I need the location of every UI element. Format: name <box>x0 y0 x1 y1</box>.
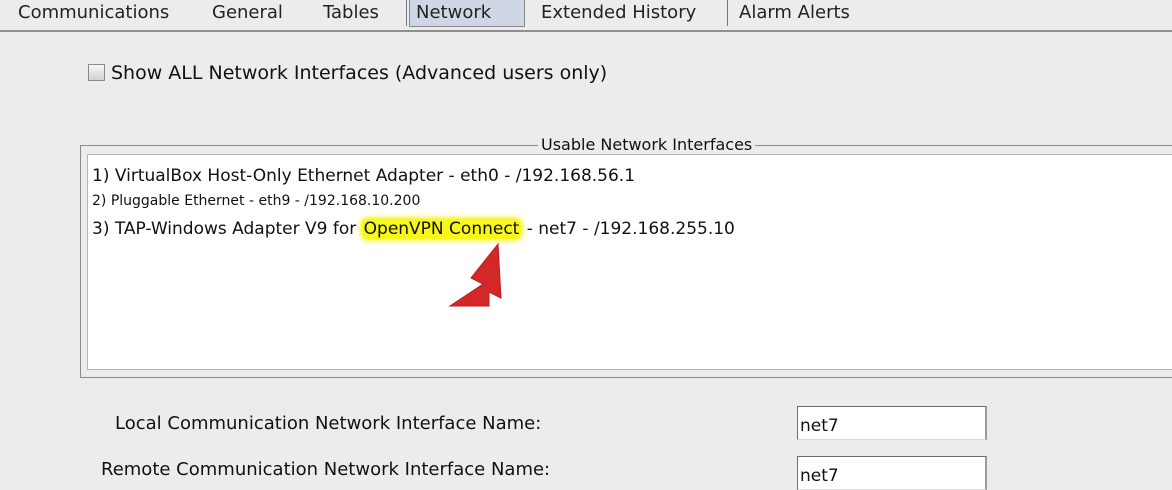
network-interfaces-list[interactable]: 1) VirtualBox Host-Only Ethernet Adapter… <box>87 154 1172 370</box>
tab-content-border <box>0 30 1172 32</box>
tab-separator <box>727 0 728 26</box>
tab-tables[interactable]: Tables <box>317 0 385 27</box>
list-item[interactable]: 2) Pluggable Ethernet - eth9 - /192.168.… <box>92 190 420 212</box>
usable-network-interfaces-group: Usable Network Interfaces 1) VirtualBox … <box>80 134 1172 378</box>
red-arrow-annotation <box>448 242 502 307</box>
tab-communications[interactable]: Communications <box>12 0 175 27</box>
tab-general[interactable]: General <box>206 0 289 27</box>
arrow-icon <box>448 242 502 307</box>
show-all-interfaces-label[interactable]: Show ALL Network Interfaces (Advanced us… <box>111 60 607 86</box>
remote-interface-input[interactable] <box>797 456 987 490</box>
show-all-interfaces-checkbox[interactable] <box>88 64 105 81</box>
list-item-prefix: 3) TAP-Windows Adapter V9 for <box>92 219 362 239</box>
local-interface-input[interactable] <box>797 406 987 440</box>
tab-alarm-alerts[interactable]: Alarm Alerts <box>733 0 856 27</box>
highlighted-text: OpenVPN Connect <box>361 219 522 239</box>
tab-bar: Communications General Tables Network Ex… <box>0 0 1172 30</box>
tab-separator <box>406 0 407 26</box>
list-item[interactable]: 3) TAP-Windows Adapter V9 for OpenVPN Co… <box>92 218 735 240</box>
group-title: Usable Network Interfaces <box>538 134 756 156</box>
remote-interface-label: Remote Communication Network Interface N… <box>101 459 551 480</box>
tab-extended-history[interactable]: Extended History <box>535 0 702 27</box>
local-interface-label: Local Communication Network Interface Na… <box>115 413 542 434</box>
tab-network[interactable]: Network <box>409 0 525 27</box>
list-item-suffix: - net7 - /192.168.255.10 <box>521 219 735 239</box>
list-item[interactable]: 1) VirtualBox Host-Only Ethernet Adapter… <box>92 165 635 187</box>
